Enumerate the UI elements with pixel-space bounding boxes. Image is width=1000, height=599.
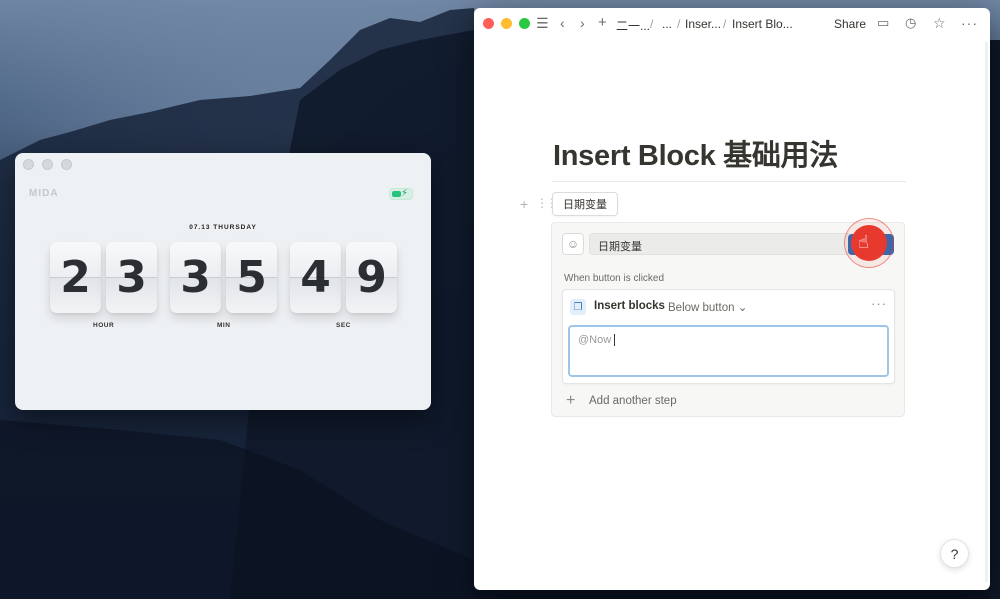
chevron-down-icon: ⌄ — [737, 302, 748, 314]
flip-clock-window: MIDA ⚡ 07.13 THURSDAY 2 3 3 5 4 9 HOUR M… — [15, 153, 431, 410]
hour-digit-1: 2 — [50, 242, 101, 313]
button-config-panel: ☺ 日期变量 ☝ When button is clicked ❐ Insert… — [551, 218, 905, 417]
breadcrumb-1[interactable]: 二一... — [616, 17, 650, 34]
minimize-icon[interactable] — [42, 159, 53, 170]
clock-date: 07.13 THURSDAY — [189, 224, 257, 231]
zoom-icon[interactable] — [519, 18, 530, 29]
new-page-icon[interactable]: + — [598, 15, 607, 31]
add-block-icon[interactable]: + — [520, 196, 528, 212]
clock-app-logo: MIDA — [29, 188, 59, 199]
hour-digits: 2 3 — [50, 242, 157, 313]
insert-blocks-step: ❐ Insert blocks Below button ⌄ ··· @Now — [562, 289, 895, 384]
second-digits: 4 9 — [290, 242, 397, 313]
min-label: MIN — [217, 322, 231, 329]
pointer-hand-icon: ☝ — [858, 232, 869, 252]
notion-window: ☰ ‹ › + 二一... / ... / Inser... / Insert … — [474, 8, 990, 590]
position-dropdown[interactable]: Below button ⌄ — [668, 300, 747, 314]
close-icon[interactable] — [483, 18, 494, 29]
share-button[interactable]: Share — [834, 17, 866, 31]
close-icon[interactable] — [23, 159, 34, 170]
favorite-star-icon[interactable]: ☆ — [933, 15, 946, 31]
history-icon[interactable]: ◷ — [905, 15, 916, 31]
add-step-icon[interactable]: + — [566, 393, 575, 409]
sec-label: SEC — [336, 322, 351, 329]
breadcrumb-separator: / — [723, 17, 727, 31]
minimize-icon[interactable] — [501, 18, 512, 29]
title-divider — [552, 181, 906, 182]
hour-digit-2: 3 — [106, 242, 157, 313]
button-block[interactable]: 日期变量 — [552, 192, 618, 216]
click-indicator-dot — [851, 225, 887, 261]
zoom-icon[interactable] — [61, 159, 72, 170]
breadcrumb-3[interactable]: Inser... — [685, 17, 721, 31]
minute-digit-1: 3 — [170, 242, 221, 313]
second-digit-1: 4 — [290, 242, 341, 313]
hour-label: HOUR — [93, 322, 115, 329]
step-title: Insert blocks — [594, 300, 665, 312]
page-title[interactable]: Insert Block 基础用法 — [553, 132, 838, 174]
step-more-icon[interactable]: ··· — [871, 296, 887, 311]
minute-digit-2: 5 — [226, 242, 277, 313]
emoji-picker-icon[interactable]: ☺ — [562, 233, 584, 255]
back-icon[interactable]: ‹ — [560, 15, 565, 31]
breadcrumb-separator: / — [677, 17, 681, 31]
sidebar-menu-icon[interactable]: ☰ — [536, 15, 549, 31]
forward-icon[interactable]: › — [580, 15, 585, 31]
comment-icon[interactable]: ▭ — [877, 15, 889, 31]
help-button[interactable]: ? — [940, 539, 969, 568]
breadcrumb-separator: / — [650, 17, 654, 31]
battery-icon: ⚡ — [389, 188, 413, 200]
when-clicked-label: When button is clicked — [564, 273, 665, 284]
more-options-icon[interactable]: ··· — [961, 15, 978, 31]
minute-digits: 3 5 — [170, 242, 277, 313]
copy-blocks-icon: ❐ — [570, 299, 586, 315]
scrollbar[interactable] — [985, 42, 988, 582]
clock-window-controls[interactable] — [23, 159, 72, 170]
button-name-input[interactable]: 日期变量 — [589, 233, 851, 255]
breadcrumb-4[interactable]: Insert Blo... — [732, 17, 793, 31]
second-digit-2: 9 — [346, 242, 397, 313]
add-another-step-button[interactable]: Add another step — [589, 395, 677, 407]
breadcrumb-2[interactable]: ... — [662, 17, 672, 31]
insert-content-input[interactable]: @Now — [568, 325, 889, 377]
notion-window-controls[interactable] — [483, 18, 530, 29]
